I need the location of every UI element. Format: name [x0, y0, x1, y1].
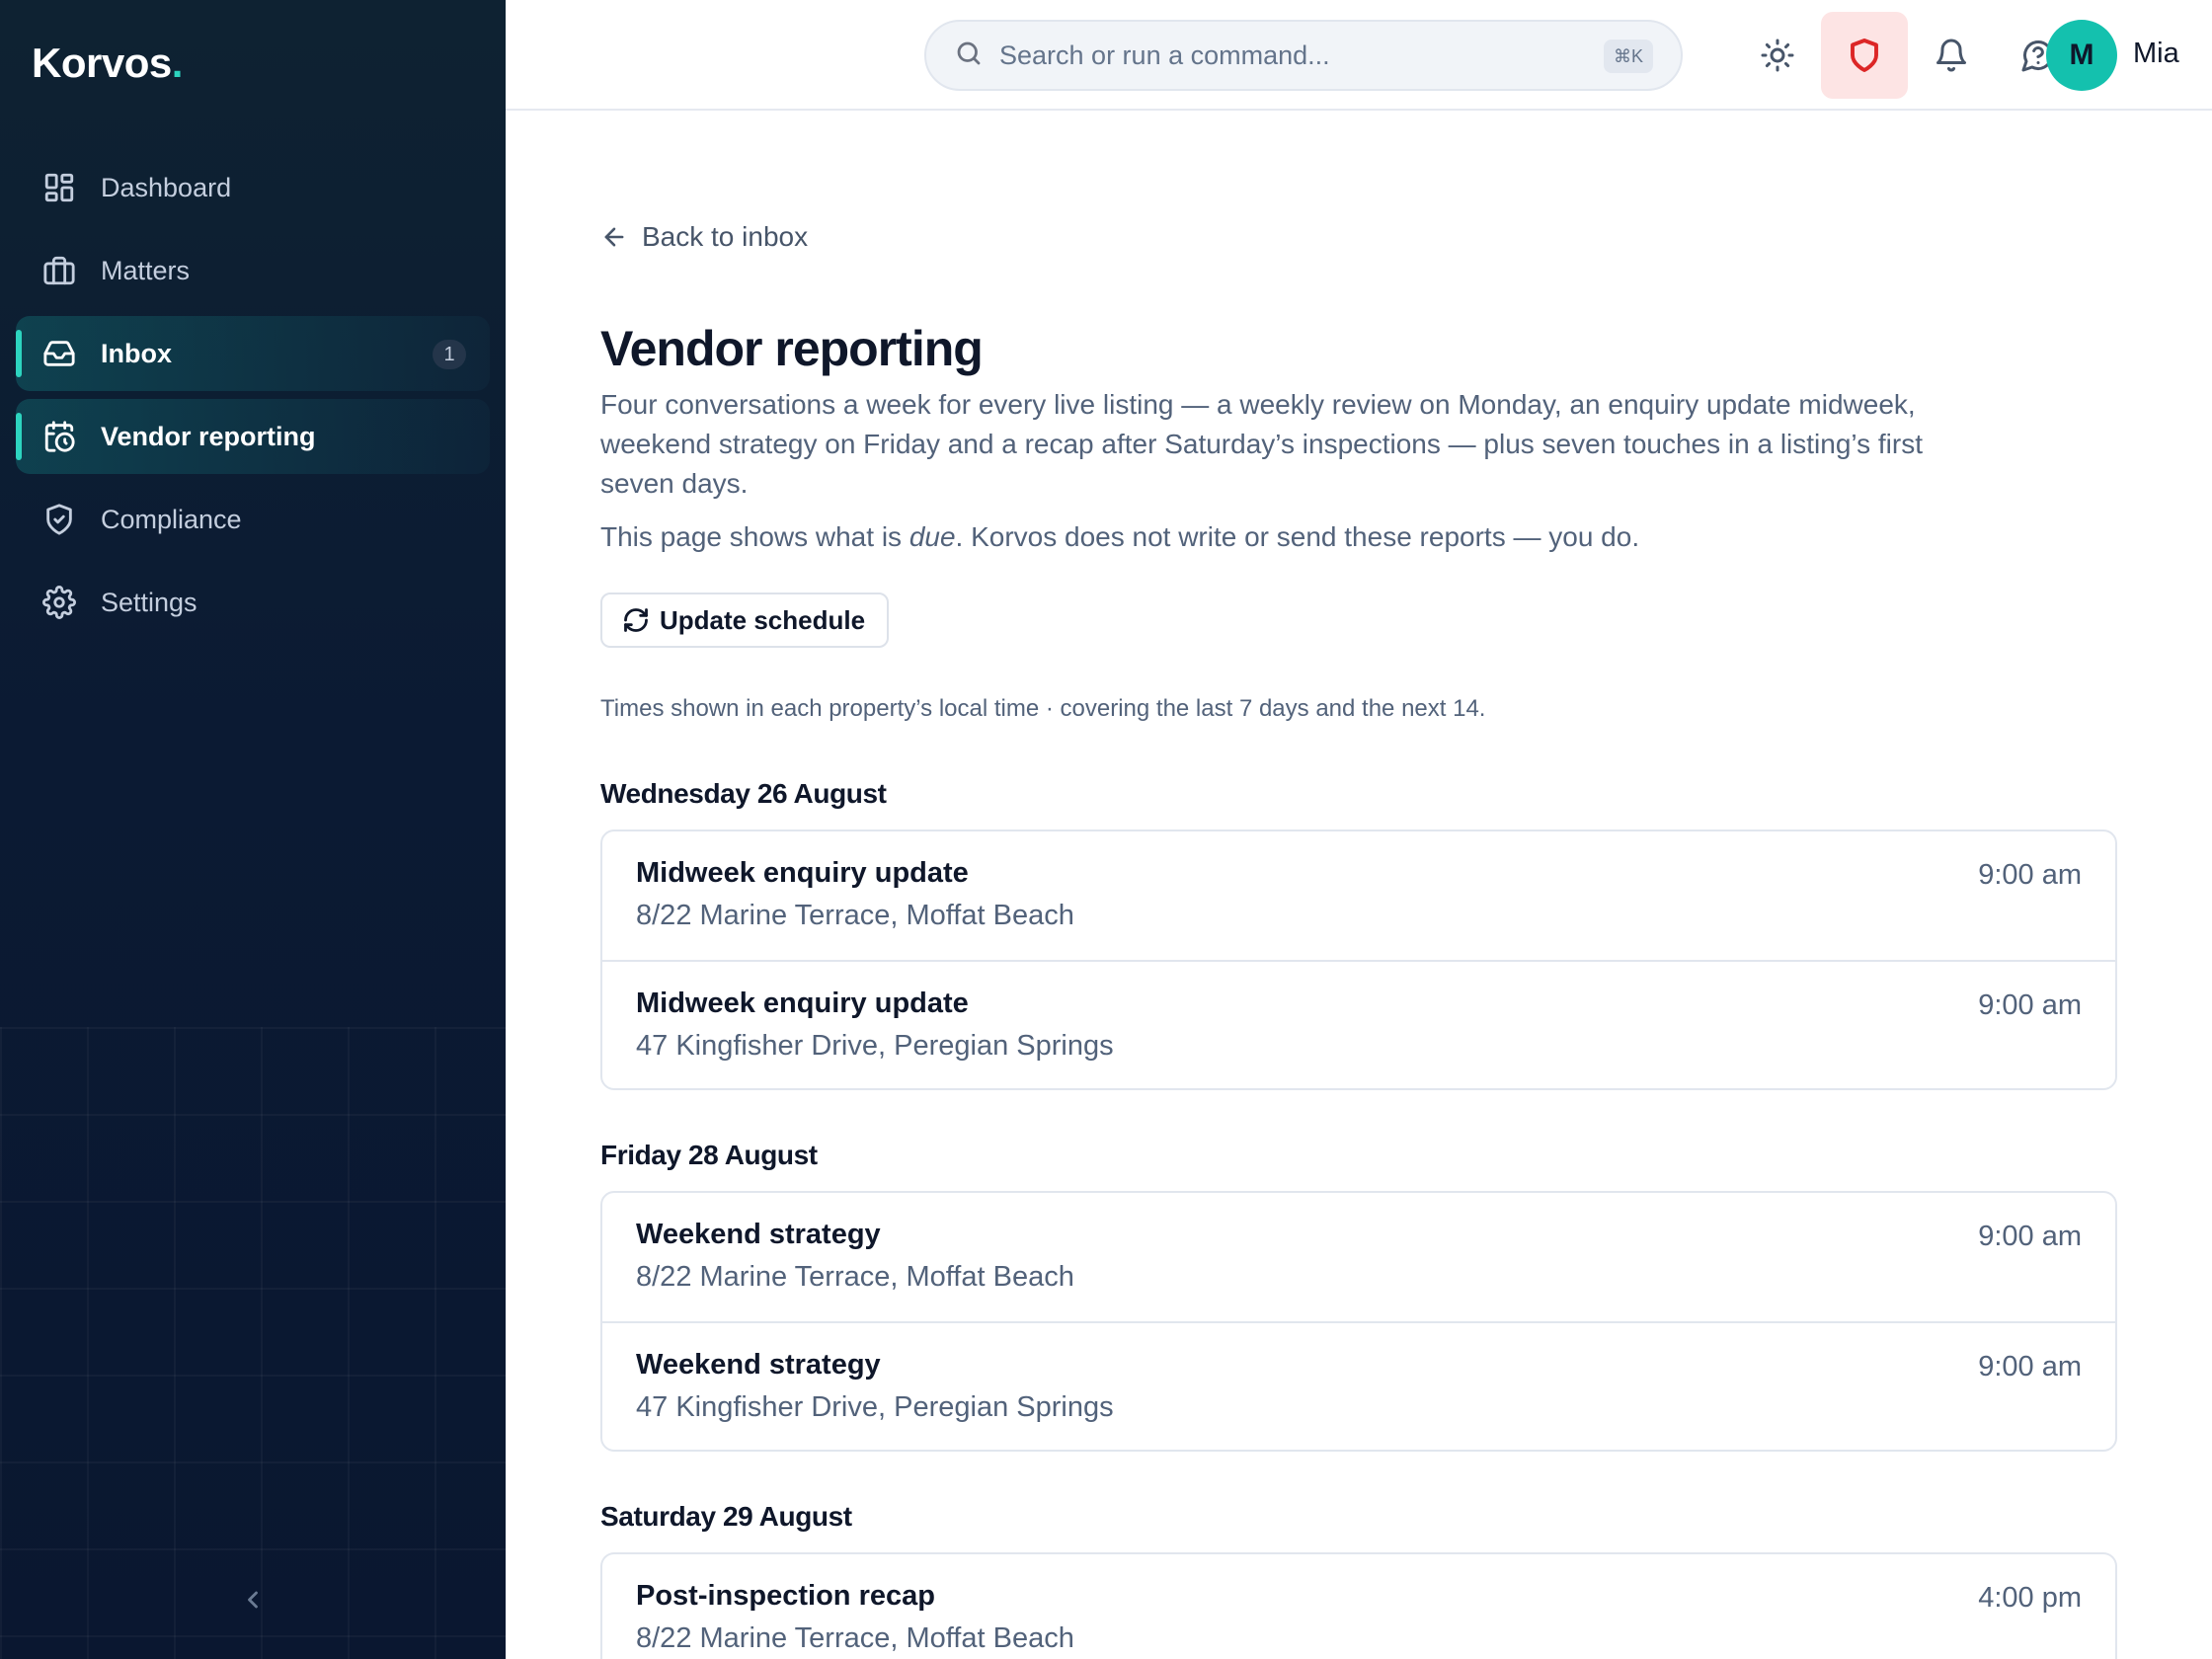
report-title: Midweek enquiry update	[636, 857, 969, 889]
calendar-clock-icon	[41, 419, 77, 454]
schedule-row[interactable]: Post-inspection recap 8/22 Marine Terrac…	[602, 1554, 2115, 1659]
property-address: 47 Kingfisher Drive, Peregian Springs	[636, 1391, 1114, 1423]
sidebar-item-dashboard[interactable]: Dashboard	[16, 150, 490, 225]
search-input[interactable]	[999, 40, 1592, 71]
sidebar-item-label: Inbox	[101, 338, 172, 368]
page-description: Four conversations a week for every live…	[600, 389, 1924, 499]
refresh-icon	[624, 608, 648, 632]
due-time: 9:00 am	[1978, 989, 2082, 1021]
sidebar-item-label: Settings	[101, 587, 198, 617]
sidebar-item-label: Vendor reporting	[101, 421, 316, 451]
day-heading: Wednesday 26 August	[600, 778, 887, 809]
inbox-count-badge: 1	[433, 340, 466, 369]
sidebar-nav: Dashboard Matters Inbox 1 Vendor reporti…	[16, 150, 490, 648]
due-time: 9:00 am	[1978, 1221, 2082, 1252]
sidebar-item-inbox[interactable]: Inbox 1	[16, 316, 490, 391]
sun-icon	[1761, 39, 1794, 72]
app-logo[interactable]: Korvos.	[32, 40, 183, 87]
day-heading: Saturday 29 August	[600, 1501, 852, 1532]
chevron-left-icon	[248, 1591, 258, 1609]
sidebar-item-label: Compliance	[101, 504, 242, 534]
dashboard-icon	[41, 170, 77, 205]
sidebar-item-compliance[interactable]: Compliance	[16, 482, 490, 557]
property-address: 8/22 Marine Terrace, Moffat Beach	[636, 1261, 1074, 1293]
theme-toggle-button[interactable]	[1734, 12, 1821, 99]
gear-icon	[41, 585, 77, 620]
bell-icon	[1936, 39, 1966, 72]
schedule-card: Post-inspection recap 8/22 Marine Terrac…	[600, 1552, 2117, 1659]
schedule-card: Midweek enquiry update 8/22 Marine Terra…	[600, 830, 2117, 1090]
security-alert-button[interactable]	[1821, 12, 1908, 99]
schedule-row[interactable]: Weekend strategy 47 Kingfisher Drive, Pe…	[602, 1321, 2115, 1450]
schedule-row[interactable]: Midweek enquiry update 8/22 Marine Terra…	[602, 831, 2115, 960]
schedule-meta: Times shown in each property’s local tim…	[600, 695, 1486, 722]
property-address: 8/22 Marine Terrace, Moffat Beach	[636, 900, 1074, 931]
arrow-left-icon	[604, 227, 624, 247]
page-title: Vendor reporting	[600, 321, 984, 376]
update-schedule-button[interactable]: Update schedule	[600, 592, 890, 648]
avatar[interactable]: M	[2046, 20, 2117, 91]
inbox-icon	[41, 336, 77, 371]
collapse-sidebar-button[interactable]	[237, 1580, 269, 1620]
search-icon	[954, 39, 984, 73]
shield-check-icon	[41, 502, 77, 537]
user-name[interactable]: Mia	[2133, 38, 2179, 70]
report-title: Weekend strategy	[636, 1349, 881, 1381]
due-time: 9:00 am	[1978, 1351, 2082, 1382]
schedule-row[interactable]: Midweek enquiry update 47 Kingfisher Dri…	[602, 960, 2115, 1088]
page-note: This page shows what is due. Korvos does…	[600, 521, 1640, 552]
sidebar-item-matters[interactable]: Matters	[16, 233, 490, 308]
back-to-inbox-link[interactable]: Back to inbox	[600, 221, 808, 253]
due-time: 4:00 pm	[1978, 1582, 2082, 1614]
property-address: 8/22 Marine Terrace, Moffat Beach	[636, 1622, 1074, 1654]
sidebar-item-vendor-reporting[interactable]: Vendor reporting	[16, 399, 490, 474]
command-search[interactable]: ⌘K	[924, 20, 1683, 91]
report-title: Midweek enquiry update	[636, 988, 969, 1019]
keyboard-shortcut-hint: ⌘K	[1603, 40, 1653, 73]
shield-icon	[1851, 39, 1878, 72]
property-address: 47 Kingfisher Drive, Peregian Springs	[636, 1030, 1114, 1062]
report-title: Post-inspection recap	[636, 1580, 935, 1612]
report-title: Weekend strategy	[636, 1219, 881, 1250]
sidebar-item-label: Dashboard	[101, 172, 232, 202]
briefcase-icon	[41, 253, 77, 288]
top-header: ⌘K M Mia	[506, 0, 2212, 111]
schedule-card: Weekend strategy 8/22 Marine Terrace, Mo…	[600, 1191, 2117, 1452]
day-heading: Friday 28 August	[600, 1140, 818, 1170]
sidebar-item-label: Matters	[101, 255, 191, 285]
sidebar-item-settings[interactable]: Settings	[16, 565, 490, 640]
notifications-button[interactable]	[1908, 12, 1995, 99]
sidebar-grid-pattern	[0, 1027, 506, 1659]
due-time: 9:00 am	[1978, 859, 2082, 891]
schedule-row[interactable]: Weekend strategy 8/22 Marine Terrace, Mo…	[602, 1193, 2115, 1321]
sidebar: Korvos. Dashboard Matters Inbox 1 Vendor…	[0, 0, 506, 1659]
